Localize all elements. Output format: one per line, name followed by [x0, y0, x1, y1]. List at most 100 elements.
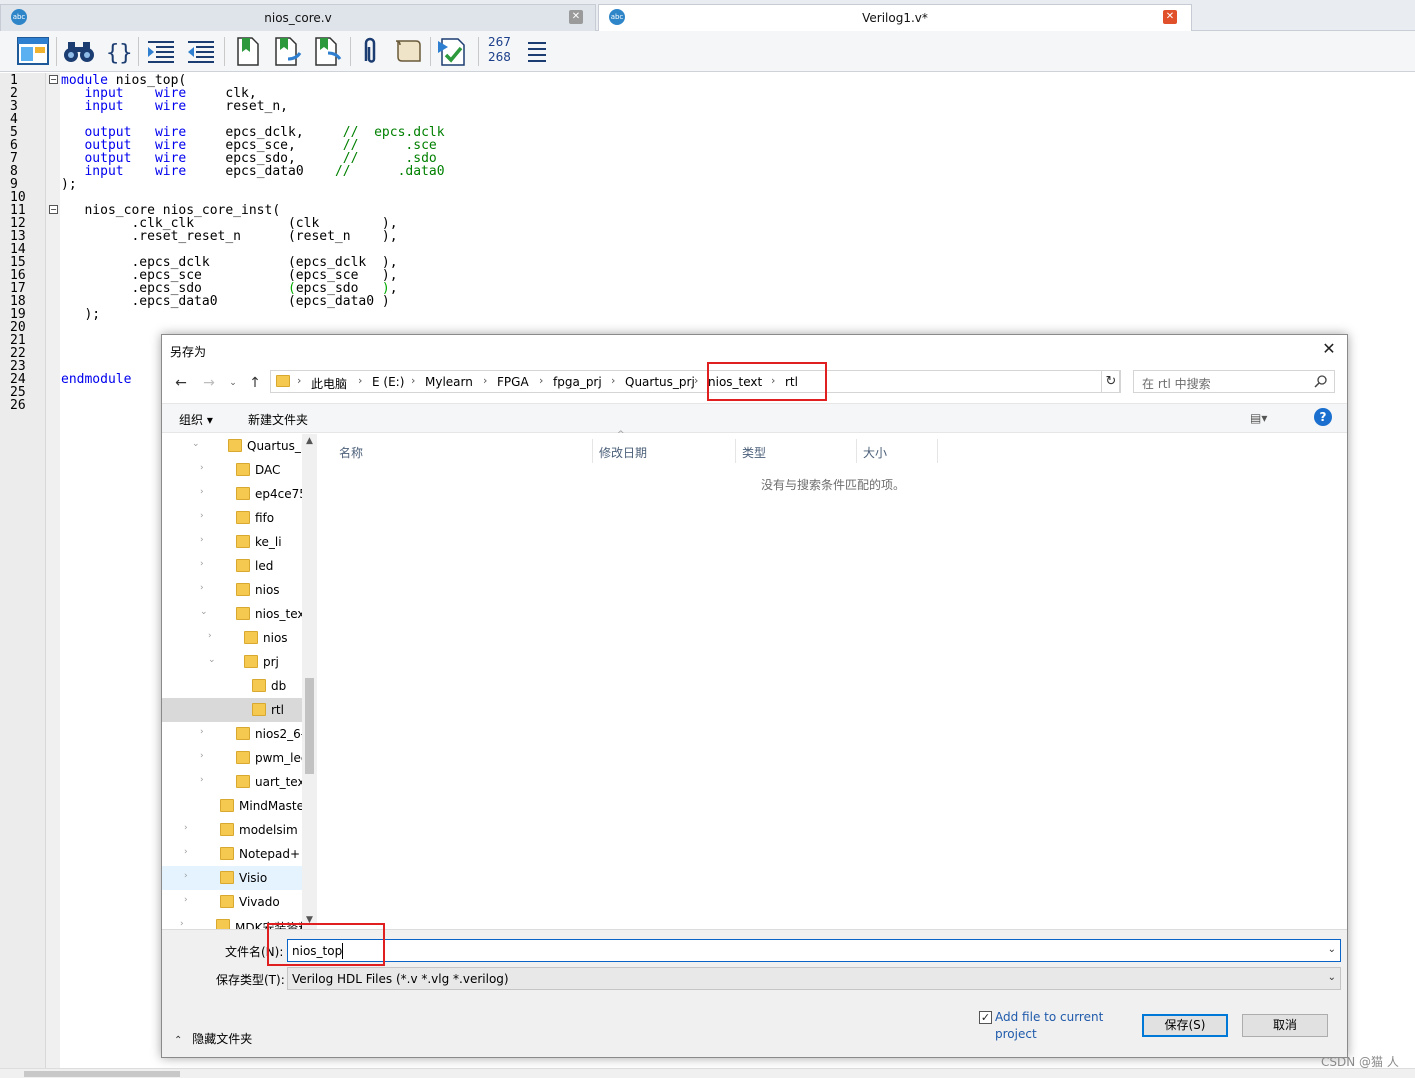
chevron-right-icon[interactable]: ›: [200, 751, 204, 761]
tree-item[interactable]: › nios2_6-: [162, 722, 302, 746]
bookmark-prev-icon[interactable]: [312, 35, 344, 68]
forward-arrow-icon[interactable]: →: [200, 373, 218, 393]
cancel-button[interactable]: 取消: [1242, 1014, 1328, 1037]
chevron-down-icon[interactable]: ⌄: [200, 607, 208, 617]
outdent-icon[interactable]: [186, 35, 218, 68]
chevron-right-icon[interactable]: ›: [200, 511, 204, 521]
chevron-right-icon[interactable]: ›: [358, 374, 362, 387]
chevron-right-icon[interactable]: ›: [200, 727, 204, 737]
chevron-right-icon[interactable]: ›: [411, 374, 415, 387]
breadcrumb-segment[interactable]: FPGA: [497, 375, 529, 389]
tree-item[interactable]: › Vivado: [162, 890, 302, 914]
find-binoculars-icon[interactable]: [62, 35, 96, 68]
filetype-select[interactable]: Verilog HDL Files (*.v *.vlg *.verilog) …: [287, 967, 1341, 990]
tree-item[interactable]: ⌄ prj: [162, 650, 302, 674]
column-header-name[interactable]: 名称: [319, 439, 593, 463]
add-file-label[interactable]: Add file to current project: [995, 1009, 1125, 1043]
chevron-right-icon[interactable]: ›: [184, 895, 188, 905]
chevron-right-icon[interactable]: ›: [184, 823, 188, 833]
tab-nios-core[interactable]: abc nios_core.v ✕: [0, 4, 596, 31]
chevron-right-icon[interactable]: ›: [184, 847, 188, 857]
breadcrumb-segment[interactable]: Quartus_prj: [625, 375, 695, 389]
tree-item[interactable]: ⌄ nios_tex: [162, 602, 302, 626]
help-icon[interactable]: ?: [1314, 408, 1332, 426]
tab-title: Verilog1.v*: [862, 11, 928, 25]
fold-toggle-icon[interactable]: −: [49, 205, 58, 214]
chevron-down-icon[interactable]: ⌄: [1328, 972, 1336, 983]
filename-field[interactable]: nios_top ⌄: [287, 939, 1341, 962]
scrollbar-thumb[interactable]: [305, 678, 314, 774]
column-header-size[interactable]: 大小: [857, 439, 938, 463]
tree-item[interactable]: › nios: [162, 626, 302, 650]
chevron-right-icon[interactable]: ›: [200, 583, 204, 593]
chevron-right-icon[interactable]: ›: [200, 559, 204, 569]
fold-toggle-icon[interactable]: −: [49, 75, 58, 84]
tree-item[interactable]: › DAC: [162, 458, 302, 482]
close-icon[interactable]: ✕: [1319, 339, 1339, 359]
column-header-type[interactable]: 类型: [736, 439, 857, 463]
tree-item[interactable]: › uart_tex: [162, 770, 302, 794]
tree-item[interactable]: rtl: [162, 698, 302, 722]
chevron-right-icon[interactable]: ›: [297, 374, 301, 387]
tree-item[interactable]: › fifo: [162, 506, 302, 530]
tree-item[interactable]: › led: [162, 554, 302, 578]
paperclip-icon[interactable]: [358, 35, 382, 68]
tree-item[interactable]: db: [162, 674, 302, 698]
chevron-right-icon[interactable]: ›: [180, 919, 184, 929]
hide-folders-toggle[interactable]: ⌃ 隐藏文件夹: [174, 1030, 252, 1047]
search-input[interactable]: 在 rtl 中搜索: [1133, 370, 1335, 393]
chevron-right-icon[interactable]: ›: [200, 775, 204, 785]
chevron-down-icon[interactable]: ⌄: [1328, 944, 1336, 955]
close-icon[interactable]: ✕: [1163, 10, 1177, 24]
scroll-up-icon[interactable]: ▲: [306, 436, 313, 446]
add-file-checkbox[interactable]: ✓: [979, 1011, 992, 1024]
scrollbar-thumb[interactable]: [24, 1071, 180, 1077]
chevron-down-icon[interactable]: ⌄: [208, 655, 216, 665]
chevron-right-icon[interactable]: ›: [200, 535, 204, 545]
scroll-icon[interactable]: [392, 35, 426, 68]
braces-icon[interactable]: {}: [102, 35, 132, 68]
new-folder-button[interactable]: 新建文件夹: [248, 411, 308, 428]
chevron-right-icon[interactable]: ›: [200, 487, 204, 497]
tree-item[interactable]: › nios: [162, 578, 302, 602]
up-arrow-icon[interactable]: ↑: [246, 373, 264, 393]
recent-dropdown-icon[interactable]: ⌄: [224, 373, 242, 393]
refresh-icon[interactable]: ↻: [1101, 370, 1121, 393]
horizontal-scrollbar[interactable]: [0, 1068, 1415, 1078]
address-bar[interactable]: › 此电脑 › E (E:) › Mylearn › FPGA › fpga_prj › Quartu…: [270, 370, 1200, 393]
save-button[interactable]: 保存(S): [1142, 1014, 1228, 1037]
chevron-right-icon[interactable]: ›: [184, 871, 188, 881]
bookmark-next-icon[interactable]: [272, 35, 304, 68]
tree-item[interactable]: › ke_li: [162, 530, 302, 554]
view-options-icon[interactable]: ▤▾: [1250, 411, 1267, 425]
chevron-right-icon[interactable]: ›: [611, 374, 615, 387]
column-header-modified[interactable]: 修改日期: [593, 439, 736, 463]
breadcrumb-segment[interactable]: E (E:): [372, 375, 404, 389]
breadcrumb-segment[interactable]: Mylearn: [425, 375, 473, 389]
tree-item[interactable]: › ep4ce75: [162, 482, 302, 506]
chevron-down-icon[interactable]: ⌄: [192, 439, 200, 449]
chevron-right-icon[interactable]: ›: [539, 374, 543, 387]
tree-scrollbar[interactable]: ▲ ▼: [302, 434, 317, 929]
tree-item[interactable]: › Notepad+: [162, 842, 302, 866]
layout-icon[interactable]: [16, 35, 50, 68]
tab-verilog1[interactable]: abc Verilog1.v* ✕: [598, 4, 1192, 31]
chevron-right-icon[interactable]: ›: [208, 631, 212, 641]
validate-icon[interactable]: [436, 35, 470, 68]
tree-item[interactable]: › Visio: [162, 866, 302, 890]
breadcrumb-segment[interactable]: fpga_prj: [553, 375, 602, 389]
indent-icon[interactable]: [146, 35, 178, 68]
tree-item[interactable]: › modelsim: [162, 818, 302, 842]
chevron-right-icon[interactable]: ›: [694, 374, 698, 387]
chevron-right-icon[interactable]: ›: [483, 374, 487, 387]
tree-item[interactable]: MindMaste: [162, 794, 302, 818]
menu-lines-icon[interactable]: [526, 35, 550, 68]
organize-button[interactable]: 组织 ▾: [179, 411, 213, 428]
back-arrow-icon[interactable]: ←: [172, 373, 190, 393]
bookmark-icon[interactable]: [232, 35, 262, 68]
chevron-right-icon[interactable]: ›: [200, 463, 204, 473]
tree-item[interactable]: › pwm_lec: [162, 746, 302, 770]
breadcrumb-segment[interactable]: 此电脑: [311, 375, 347, 392]
close-icon[interactable]: ✕: [569, 10, 583, 24]
tree-item[interactable]: ⌄ Quartus_p: [162, 434, 302, 458]
